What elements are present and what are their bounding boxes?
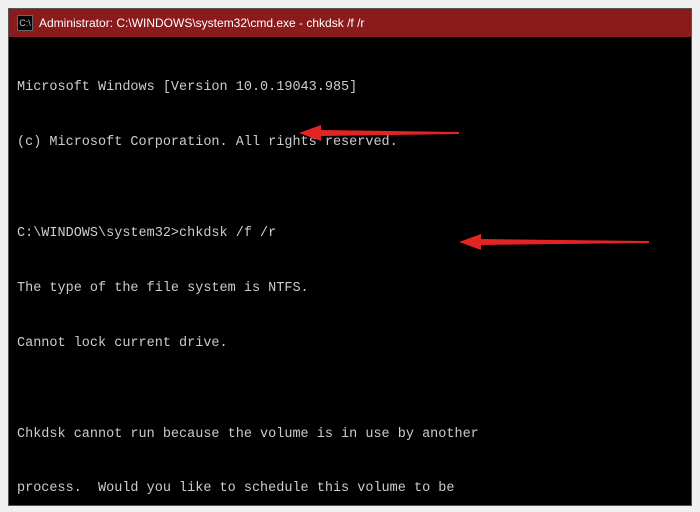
window-title: Administrator: C:\WINDOWS\system32\cmd.e…	[39, 16, 364, 30]
output-fs-type: The type of the file system is NTFS.	[17, 280, 683, 298]
command-line: C:\WINDOWS\system32>chkdsk /f /r	[17, 225, 683, 243]
titlebar[interactable]: C:\ Administrator: C:\WINDOWS\system32\c…	[9, 9, 691, 37]
annotation-arrow-2	[459, 196, 649, 289]
output-lock-fail: Cannot lock current drive.	[17, 335, 683, 353]
terminal-area[interactable]: Microsoft Windows [Version 10.0.19043.98…	[9, 37, 691, 505]
output-chkdsk-msg2: process. Would you like to schedule this…	[17, 480, 683, 498]
cmd-icon: C:\	[17, 15, 33, 31]
command-prompt-window: C:\ Administrator: C:\WINDOWS\system32\c…	[8, 8, 692, 506]
output-chkdsk-msg1: Chkdsk cannot run because the volume is …	[17, 426, 683, 444]
typed-command: chkdsk /f /r	[179, 226, 276, 241]
copyright-line: (c) Microsoft Corporation. All rights re…	[17, 134, 683, 152]
prompt-text: C:\WINDOWS\system32>	[17, 226, 179, 241]
version-line: Microsoft Windows [Version 10.0.19043.98…	[17, 79, 683, 97]
